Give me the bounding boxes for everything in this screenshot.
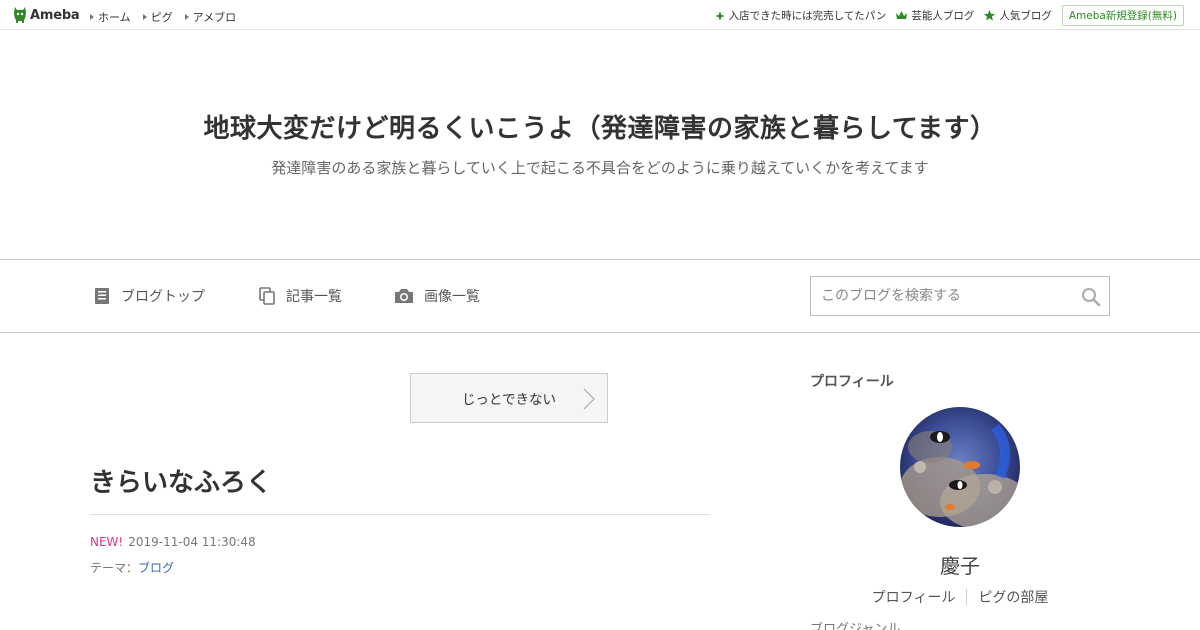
- celebrity-blog-label: 芸能人ブログ: [911, 10, 975, 22]
- caret-right-icon: [142, 14, 147, 20]
- sparkle-icon: [714, 10, 725, 21]
- blog-top-label: ブログトップ: [121, 289, 205, 305]
- nav-home-link[interactable]: ホーム: [90, 9, 131, 25]
- popular-blog-label: 人気ブログ: [999, 10, 1052, 22]
- ameba-mascot-icon: [14, 7, 26, 23]
- next-entry-label: じっとできない: [461, 392, 557, 408]
- chevron-right-icon: [583, 388, 595, 410]
- blog-top-link[interactable]: ブログトップ: [93, 286, 205, 306]
- search-input[interactable]: [811, 277, 1086, 315]
- link-separator: [966, 589, 968, 605]
- profile-heading: プロフィール: [810, 374, 894, 390]
- trending-topic-label: 入店できた時には完売してたパン: [728, 10, 887, 22]
- nav-ameblo-link[interactable]: アメブロ: [184, 9, 237, 25]
- profile-link[interactable]: プロフィール: [872, 587, 956, 607]
- pigg-room-link[interactable]: ピグの部屋: [978, 587, 1048, 607]
- search-icon[interactable]: [1081, 287, 1101, 307]
- blog-nav: ブログトップ 記事一覧 画像一覧: [0, 259, 1200, 333]
- aquarium-avatar-image: [900, 407, 1020, 527]
- entry-theme: テーマ：ブログ: [90, 559, 174, 576]
- entry-timestamp: 2019-11-04 11:30:48: [128, 535, 256, 549]
- theme-label: テーマ：: [90, 561, 139, 575]
- register-button[interactable]: Ameba新規登録(無料): [1061, 5, 1184, 26]
- profile-name[interactable]: 慶子: [810, 550, 1110, 579]
- avatar[interactable]: [900, 407, 1020, 527]
- star-icon: [984, 10, 996, 21]
- blog-title[interactable]: 地球大変だけど明るくいこうよ（発達障害の家族と暮らしてます）: [0, 108, 1200, 145]
- entry-meta: NEW! 2019-11-04 11:30:48: [90, 535, 256, 549]
- crown-icon: [896, 11, 908, 19]
- caret-right-icon: [184, 14, 189, 20]
- caret-right-icon: [90, 14, 94, 20]
- images-label: 画像一覧: [424, 289, 480, 305]
- copy-documents-icon: [259, 287, 275, 305]
- header-links: 入店できた時には完売してたパン 芸能人ブログ 人気ブログ Ameba新規登録(無…: [714, 5, 1184, 26]
- articles-label: 記事一覧: [286, 289, 342, 305]
- genre-heading: ブログジャンル: [810, 622, 901, 630]
- nav-pigg-label: ピグ: [150, 11, 173, 24]
- nav-home-label: ホーム: [98, 11, 131, 24]
- images-link[interactable]: 画像一覧: [394, 286, 480, 306]
- trending-topic-link[interactable]: 入店できた時には完売してたパン: [714, 8, 887, 23]
- camera-icon: [395, 289, 413, 303]
- articles-link[interactable]: 記事一覧: [258, 286, 342, 306]
- nav-pigg-link[interactable]: ピグ: [142, 9, 173, 25]
- global-nav: ホーム ピグ アメブロ: [90, 9, 248, 25]
- ameba-logo[interactable]: Ameba: [13, 6, 80, 24]
- new-badge: NEW!: [90, 535, 124, 549]
- celebrity-blog-link[interactable]: 芸能人ブログ: [896, 8, 974, 23]
- global-header: Ameba ホーム ピグ アメブロ 入店できた時には完売してたパン 芸能人ブログ…: [0, 0, 1200, 30]
- entry-divider: [90, 514, 710, 515]
- entry-title[interactable]: きらいなふろく: [90, 462, 272, 499]
- popular-blog-link[interactable]: 人気ブログ: [984, 8, 1052, 23]
- logo-text: Ameba: [30, 7, 80, 23]
- theme-link[interactable]: ブログ: [138, 561, 174, 575]
- nav-ameblo-label: アメブロ: [192, 11, 237, 24]
- next-entry-button[interactable]: じっとできない: [410, 373, 608, 423]
- profile-links: プロフィール ピグの部屋: [810, 587, 1110, 607]
- blog-search: [810, 276, 1110, 316]
- document-icon: [95, 288, 109, 304]
- blog-description: 発達障害のある家族と暮らしていく上で起こる不具合をどのように乗り越えていくかを考…: [271, 159, 929, 177]
